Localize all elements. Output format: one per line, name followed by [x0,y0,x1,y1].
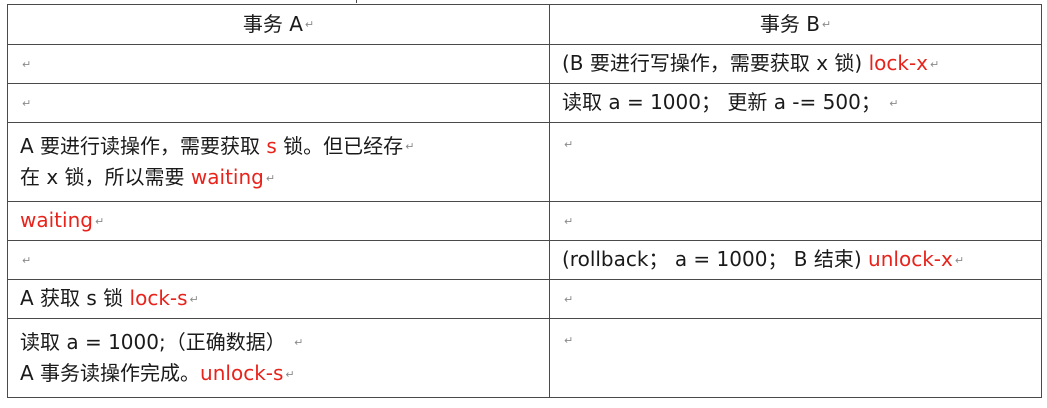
header-transaction-a: 事务 A ↵ [7,4,550,45]
lock-keyword: lock-s [129,286,188,311]
paragraph-mark: ↵ [22,253,32,267]
table-row: A 获取 s 锁 lock-s ↵ ↵ [7,279,1042,319]
header-a-label: 事务 A [242,11,303,36]
table-row: ↵ 读取 a = 1000； 更新 a -= 500； ↵ [7,83,1042,123]
cell-text: 锁。但已经存 [276,133,404,158]
header-transaction-b: 事务 B ↵ [549,4,1042,45]
lock-keyword: s [266,133,277,158]
cell-text: 读取 a = 1000;（正确数据） [20,329,293,354]
transaction-table: 事务 A ↵ 事务 B ↵ ↵ (B 要进行写操作，需要获取 x 锁) lock-x ↵… [7,4,1042,398]
cell-line: A 获取 s 锁 lock-s ↵ [20,283,537,315]
table-row: A 要进行读操作，需要获取 s 锁。但已经存 ↵ 在 x 锁，所以需要 waitin… [7,122,1042,202]
paragraph-mark: ↵ [304,18,315,32]
cell-text: 在 x 锁，所以需要 [20,165,191,189]
cell-b: ↵ [549,201,1042,241]
cell-a: ↵ [7,83,550,123]
paragraph-mark: ↵ [405,140,415,153]
table-row: ↵ (rollback； a = 1000； B 结束) unlock-x ↵ [7,240,1042,280]
paragraph-mark: ↵ [889,96,899,110]
cell-line: 读取 a = 1000;（正确数据） ↵ [20,327,537,359]
header-b-label: 事务 B [759,11,820,36]
cell-a: ↵ [7,240,550,280]
cell-b: 读取 a = 1000； 更新 a -= 500； ↵ [549,83,1042,123]
cell-a: waiting ↵ [7,201,550,241]
table-row: waiting ↵ ↵ [7,201,1042,241]
table-row: 读取 a = 1000;（正确数据） ↵ A 事务读操作完成。unlock-s ↵ ↵ [7,318,1042,398]
cell-line: (rollback； a = 1000； B 结束) unlock-x ↵ [562,244,1029,276]
paragraph-mark: ↵ [189,292,199,306]
cell-line: (B 要进行写操作，需要获取 x 锁) lock-x ↵ [562,48,1029,80]
header-row: 事务 A ↵ 事务 B ↵ [7,4,1042,45]
cell-a: A 要进行读操作，需要获取 s 锁。但已经存 ↵ 在 x 锁，所以需要 waitin… [7,122,550,202]
lock-keyword: waiting [20,208,93,233]
paragraph-mark: ↵ [564,214,574,228]
cell-line: A 要进行读操作，需要获取 s 锁。但已经存 ↵ [20,131,537,163]
cell-a: 读取 a = 1000;（正确数据） ↵ A 事务读操作完成。unlock-s ↵ [7,318,550,398]
cell-line: 读取 a = 1000； 更新 a -= 500； ↵ [562,87,1029,119]
paragraph-mark: ↵ [22,57,32,71]
cell-line: waiting ↵ [20,205,537,237]
paragraph-mark: ↵ [265,171,276,185]
paragraph-mark: ↵ [294,336,304,349]
cell-b: (B 要进行写操作，需要获取 x 锁) lock-x ↵ [549,44,1042,84]
cell-a: ↵ [7,44,550,84]
lock-keyword: unlock-s [200,361,284,385]
paragraph-mark: ↵ [564,333,574,347]
paragraph-mark: ↵ [930,57,940,71]
lock-keyword: unlock-x [868,247,953,272]
cell-line: 在 x 锁，所以需要 waiting ↵ [20,162,537,194]
cell-b: ↵ [549,318,1042,398]
cell-a: A 获取 s 锁 lock-s ↵ [7,279,550,319]
cell-line: A 事务读操作完成。unlock-s ↵ [20,358,537,390]
cell-text: (B 要进行写操作，需要获取 x 锁) [562,51,869,76]
cell-text: A 获取 s 锁 [20,286,130,311]
cell-b: ↵ [549,279,1042,319]
cell-b: (rollback； a = 1000； B 结束) unlock-x ↵ [549,240,1042,280]
cell-text: (rollback； a = 1000； B 结束) [562,247,869,272]
table-row: ↵ (B 要进行写操作，需要获取 x 锁) lock-x ↵ [7,44,1042,84]
paragraph-mark: ↵ [22,96,32,110]
paragraph-mark: ↵ [285,367,295,381]
lock-keyword: lock-x [868,51,929,76]
paragraph-mark: ↵ [94,214,105,228]
top-edge-mark [356,0,357,3]
cell-text: A 要进行读操作，需要获取 [20,133,267,158]
cell-b: ↵ [549,122,1042,202]
lock-keyword: waiting [190,165,264,189]
paragraph-mark: ↵ [821,18,832,32]
paragraph-mark: ↵ [564,137,574,151]
paragraph-mark: ↵ [564,292,574,306]
cell-text: 读取 a = 1000； 更新 a -= 500； [562,90,888,115]
paragraph-mark: ↵ [954,253,965,267]
cell-text: A 事务读操作完成。 [20,361,201,385]
